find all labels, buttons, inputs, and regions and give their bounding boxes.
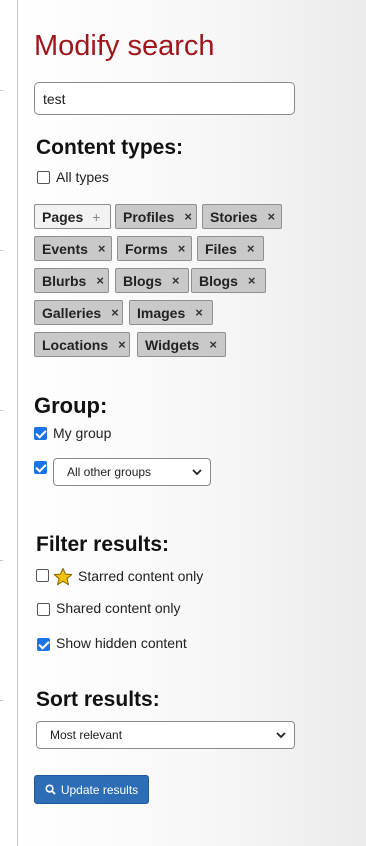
- other-groups-select-value: All other groups: [67, 465, 152, 479]
- content-type-tag[interactable]: Stories ×: [202, 204, 282, 229]
- page-title: Modify search: [34, 30, 215, 62]
- gutter-tick: [0, 90, 3, 91]
- filter-results-heading: Filter results:: [36, 533, 170, 556]
- other-groups-checkbox[interactable]: [34, 461, 47, 474]
- sort-select-value: Most relevant: [50, 728, 123, 742]
- gutter-tick: [0, 250, 3, 251]
- content-type-tag-label: Forms: [125, 240, 168, 257]
- search-input[interactable]: [34, 82, 295, 115]
- search-icon: [45, 784, 56, 795]
- content-type-tag[interactable]: Images ×: [129, 300, 213, 325]
- my-group-label: My group: [53, 425, 112, 441]
- content-type-tag[interactable]: Widgets ×: [137, 332, 226, 357]
- remove-tag-icon[interactable]: ×: [184, 209, 192, 224]
- content-type-tag[interactable]: Forms ×: [117, 236, 192, 261]
- content-type-tag-label: Locations: [42, 336, 109, 353]
- update-results-label: Update results: [60, 782, 139, 797]
- content-type-tag[interactable]: Galleries ×: [34, 300, 123, 325]
- content-type-tag[interactable]: Profiles ×: [115, 204, 197, 229]
- my-group-checkbox[interactable]: [34, 427, 47, 440]
- content-type-tag[interactable]: Locations ×: [34, 332, 130, 357]
- content-type-tag-label: Images: [137, 304, 186, 321]
- content-type-tag[interactable]: Blogs ×: [191, 268, 266, 293]
- content-type-tag-label: Galleries: [42, 304, 102, 321]
- remove-tag-icon[interactable]: ×: [118, 337, 126, 352]
- modify-search-panel: Modify search Content types: All types P…: [17, 0, 366, 846]
- all-types-checkbox[interactable]: [37, 171, 50, 184]
- gutter-tick: [0, 560, 3, 561]
- content-type-tag[interactable]: Pages +: [34, 204, 111, 229]
- sort-results-heading: Sort results:: [36, 688, 160, 711]
- remove-tag-icon[interactable]: ×: [247, 241, 255, 256]
- remove-tag-icon[interactable]: ×: [209, 337, 217, 352]
- gutter-tick: [0, 700, 3, 701]
- remove-tag-icon[interactable]: ×: [248, 273, 256, 288]
- remove-tag-icon[interactable]: ×: [267, 209, 275, 224]
- remove-tag-icon[interactable]: ×: [172, 273, 180, 288]
- content-type-tag[interactable]: Blurbs ×: [34, 268, 109, 293]
- all-types-label: All types: [56, 169, 109, 185]
- update-results-button[interactable]: Update results: [34, 775, 149, 804]
- show-hidden-label: Show hidden content: [56, 635, 187, 651]
- shared-content-checkbox[interactable]: [37, 603, 50, 616]
- chevron-down-icon: [192, 469, 202, 476]
- group-heading: Group:: [34, 393, 108, 418]
- content-type-tag[interactable]: Events ×: [34, 236, 112, 261]
- shared-content-label: Shared content only: [56, 600, 181, 616]
- other-groups-select[interactable]: All other groups: [53, 458, 211, 486]
- content-type-tag-label: Stories: [210, 208, 258, 225]
- content-type-tag-label: Files: [205, 240, 237, 257]
- star-icon: [53, 567, 73, 586]
- remove-tag-icon[interactable]: ×: [178, 241, 186, 256]
- content-types-heading: Content types:: [36, 136, 183, 159]
- chevron-down-icon: [276, 732, 286, 739]
- remove-tag-icon[interactable]: ×: [98, 241, 106, 256]
- content-type-tag-label: Profiles: [123, 208, 175, 225]
- starred-content-checkbox[interactable]: [36, 569, 49, 582]
- content-type-tag[interactable]: Files ×: [197, 236, 264, 261]
- content-type-tag[interactable]: Blogs ×: [115, 268, 189, 293]
- content-type-tag-label: Events: [42, 240, 88, 257]
- remove-tag-icon[interactable]: ×: [195, 305, 203, 320]
- add-tag-icon[interactable]: +: [92, 209, 100, 225]
- remove-tag-icon[interactable]: ×: [111, 305, 119, 320]
- remove-tag-icon[interactable]: ×: [96, 273, 104, 288]
- starred-content-label: Starred content only: [78, 568, 204, 584]
- gutter-tick: [0, 410, 3, 411]
- content-type-tag-label: Pages: [42, 208, 84, 225]
- show-hidden-checkbox[interactable]: [37, 638, 50, 651]
- content-type-tag-label: Blogs: [123, 272, 162, 289]
- left-gutter: [0, 0, 17, 846]
- sort-select[interactable]: Most relevant: [36, 721, 295, 749]
- content-type-tag-label: Blogs: [199, 272, 238, 289]
- content-type-tag-label: Widgets: [145, 336, 200, 353]
- content-type-tag-label: Blurbs: [42, 272, 87, 289]
